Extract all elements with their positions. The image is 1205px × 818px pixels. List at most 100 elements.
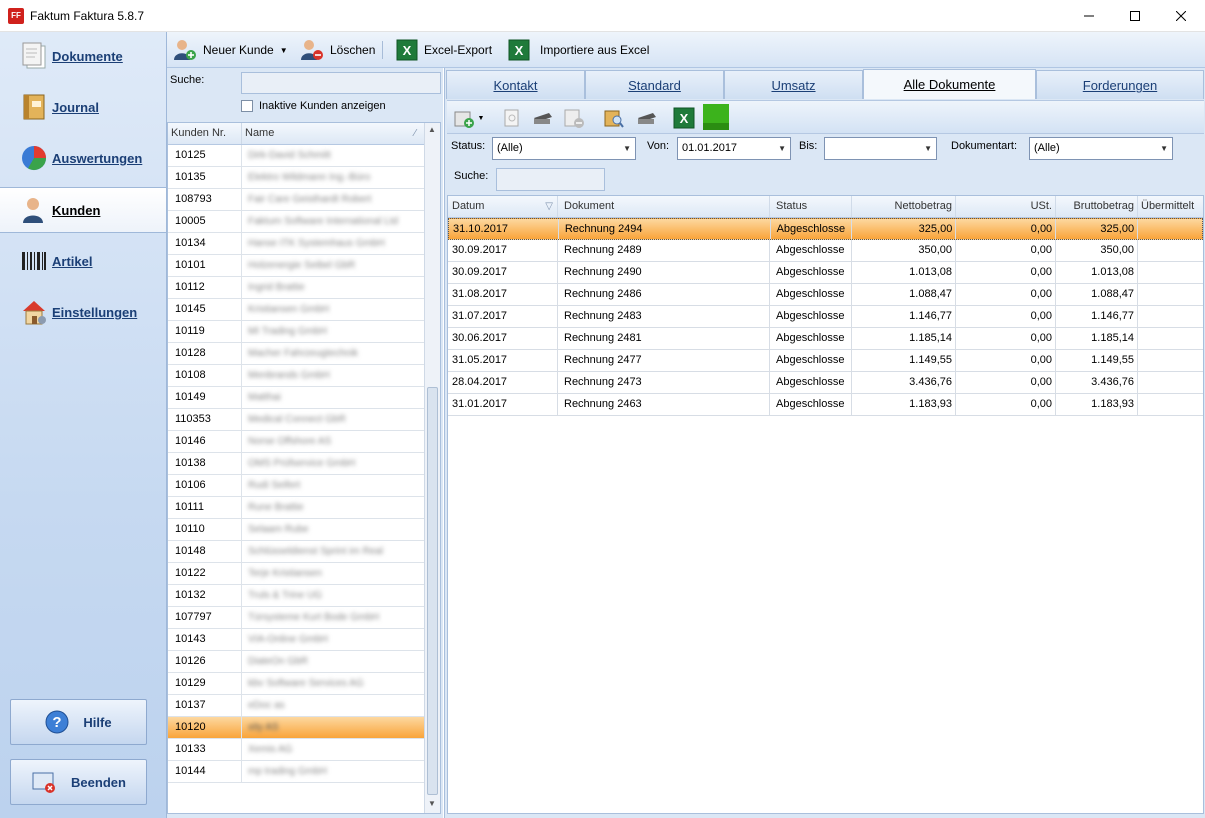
exit-button[interactable]: Beenden xyxy=(10,759,147,805)
customer-row[interactable]: 10119 MI Trading GmbH xyxy=(168,321,440,343)
customer-row[interactable]: 10111 Rune Brattie xyxy=(168,497,440,519)
customer-row[interactable]: 110353 Medical Connect GbR xyxy=(168,409,440,431)
tab-kontakt[interactable]: Kontakt xyxy=(446,70,585,99)
status-filter-select[interactable]: (Alle) ▼ xyxy=(492,137,636,160)
print-list-button[interactable] xyxy=(635,107,657,129)
tab-forderungen[interactable]: Forderungen xyxy=(1036,70,1204,99)
column-header-datum[interactable]: Datum ▽ xyxy=(448,196,558,217)
customer-row[interactable]: 10110 Selaam Rube xyxy=(168,519,440,541)
customer-search-input[interactable] xyxy=(241,72,441,94)
scroll-down-icon[interactable]: ▼ xyxy=(428,799,436,808)
customer-row[interactable]: 10144 mp trading GmbH xyxy=(168,761,440,783)
column-header-datum-label: Datum xyxy=(452,200,485,212)
customer-row[interactable]: 10146 Norse Offshore AS xyxy=(168,431,440,453)
datev-export-button[interactable] xyxy=(703,104,729,130)
print-button[interactable] xyxy=(531,107,553,129)
document-row[interactable]: 31.05.2017 Rechnung 2477 Abgeschlosse 1.149… xyxy=(448,350,1203,372)
document-row[interactable]: 31.07.2017 Rechnung 2483 Abgeschlosse 1.146… xyxy=(448,306,1203,328)
customer-row[interactable]: 10149 Matthai xyxy=(168,387,440,409)
new-document-dropdown-icon[interactable]: ▼ xyxy=(475,107,487,129)
nav-item-kunden[interactable]: Kunden xyxy=(0,187,166,233)
nav-item-artikel[interactable]: Artikel xyxy=(0,238,166,284)
customer-row[interactable]: 10112 Ingrid Brattie xyxy=(168,277,440,299)
customer-row[interactable]: 10106 Rudi Seifert xyxy=(168,475,440,497)
customer-row[interactable]: 10005 Faktum Software International Ltd xyxy=(168,211,440,233)
from-date-picker[interactable]: 01.01.2017 ▼ xyxy=(677,137,791,160)
nav-item-auswertungen[interactable]: Auswertungen xyxy=(0,135,166,181)
document-row[interactable]: 31.01.2017 Rechnung 2463 Abgeschlosse 1.183… xyxy=(448,394,1203,416)
customer-row[interactable]: 10138 OMS Prüfservice GmbH xyxy=(168,453,440,475)
document-row[interactable]: 30.06.2017 Rechnung 2481 Abgeschlosse 1.185… xyxy=(448,328,1203,350)
filter-funnel-icon[interactable]: ▽ xyxy=(545,196,553,217)
customer-row[interactable]: 10108 Menbrands GmbH xyxy=(168,365,440,387)
customer-scrollbar[interactable]: ▲ ▼ xyxy=(424,123,440,813)
excel-export-button[interactable]: X Excel-Export xyxy=(396,38,492,62)
customer-number: 10106 xyxy=(168,475,242,496)
doctype-filter-select[interactable]: (Alle) ▼ xyxy=(1029,137,1173,160)
column-header-dokument[interactable]: Dokument xyxy=(558,196,770,217)
new-document-button[interactable] xyxy=(453,107,475,129)
doctype-filter-value: (Alle) xyxy=(1034,142,1060,154)
customer-row[interactable]: 10145 Kristiansen GmbH xyxy=(168,299,440,321)
document-row[interactable]: 31.10.2017 Rechnung 2494 Abgeschlosse 325,0… xyxy=(448,218,1203,240)
document-row[interactable]: 31.08.2017 Rechnung 2486 Abgeschlosse 1.088… xyxy=(448,284,1203,306)
document-row[interactable]: 30.09.2017 Rechnung 2490 Abgeschlosse 1.013… xyxy=(448,262,1203,284)
nav-item-einstellungen[interactable]: Einstellungen xyxy=(0,289,166,335)
column-header-name[interactable]: Name ⁄ xyxy=(242,123,422,144)
preview-button[interactable] xyxy=(501,107,523,129)
column-header-ust[interactable]: USt. xyxy=(956,196,1056,217)
excel-export-docs-button[interactable]: X xyxy=(673,107,695,129)
customer-number: 10101 xyxy=(168,255,242,276)
customer-row[interactable]: 10135 Elektro Wildmann Ing.-Büro xyxy=(168,167,440,189)
delete-document-button[interactable] xyxy=(563,107,585,129)
customer-row[interactable]: 10129 kbv Software Services AG xyxy=(168,673,440,695)
delete-button[interactable]: Löschen xyxy=(300,38,375,62)
customer-row[interactable]: 107797 Türsysteme Kurt Bode GmbH xyxy=(168,607,440,629)
customer-row[interactable]: 10137 eDoc as xyxy=(168,695,440,717)
customer-row[interactable]: 108793 Fair Care Geisthardt Robert xyxy=(168,189,440,211)
customer-row[interactable]: 10122 Terje Kristiansen xyxy=(168,563,440,585)
customer-row[interactable]: 10126 DiateOn GbR xyxy=(168,651,440,673)
main-toolbar: Neuer Kunde ▼ Löschen X Excel-Export X I… xyxy=(167,32,1205,68)
excel-icon: X xyxy=(673,107,695,129)
customer-row[interactable]: 10101 Holzenergie Seibel GbR xyxy=(168,255,440,277)
document-row[interactable]: 28.04.2017 Rechnung 2473 Abgeschlosse 3.436… xyxy=(448,372,1203,394)
to-date-picker[interactable]: ▼ xyxy=(824,137,937,160)
customer-name: Schlüsseldienst Sprint im Real xyxy=(248,546,384,557)
column-header-kunden-nr[interactable]: Kunden Nr. xyxy=(168,123,242,144)
customer-row[interactable]: 10134 Hanse ITK Systemhaus GmbH xyxy=(168,233,440,255)
tab-umsatz[interactable]: Umsatz xyxy=(724,70,863,99)
customer-name: Ingrid Brattie xyxy=(248,282,305,293)
customer-row[interactable]: 10143 VIA-Online GmbH xyxy=(168,629,440,651)
column-header-brutto[interactable]: Bruttobetrag xyxy=(1056,196,1138,217)
open-document-button[interactable] xyxy=(603,107,625,129)
document-row[interactable]: 30.09.2017 Rechnung 2489 Abgeschlosse 350,0… xyxy=(448,240,1203,262)
customer-row[interactable]: 10120 xity AS xyxy=(168,717,440,739)
inactive-checkbox[interactable] xyxy=(241,100,253,112)
customer-row[interactable]: 10125 Dirk-David Schmitt xyxy=(168,145,440,167)
tab-alle-dokumente[interactable]: Alle Dokumente xyxy=(863,69,1036,99)
tab-standard[interactable]: Standard xyxy=(585,70,724,99)
help-button[interactable]: ? Hilfe xyxy=(10,699,147,745)
column-header-netto[interactable]: Nettobetrag xyxy=(852,196,956,217)
scrollbar-thumb[interactable] xyxy=(427,387,438,795)
customer-number: 10129 xyxy=(168,673,242,694)
new-customer-button[interactable]: Neuer Kunde ▼ xyxy=(173,38,288,62)
customer-row[interactable]: 10133 Xemis AG xyxy=(168,739,440,761)
dropdown-arrow-icon[interactable]: ▼ xyxy=(280,46,288,55)
nav-item-dokumente[interactable]: Dokumente xyxy=(0,33,166,79)
column-header-uebermittelt[interactable]: Übermittelt xyxy=(1138,196,1202,217)
column-header-status[interactable]: Status xyxy=(770,196,852,217)
nav-item-journal[interactable]: Journal xyxy=(0,84,166,130)
customer-row[interactable]: 10148 Schlüsseldienst Sprint im Real xyxy=(168,541,440,563)
maximize-button[interactable] xyxy=(1112,0,1158,32)
close-button[interactable] xyxy=(1158,0,1204,32)
scroll-up-icon[interactable]: ▲ xyxy=(428,125,436,134)
import-excel-button[interactable]: X Importiere aus Excel xyxy=(508,38,649,62)
customer-row[interactable]: 10128 Macher Fahrzeugtechnik xyxy=(168,343,440,365)
minimize-button[interactable] xyxy=(1066,0,1112,32)
customer-row[interactable]: 10132 Truls & Trine UG xyxy=(168,585,440,607)
document-search-input[interactable] xyxy=(496,168,605,191)
document-status: Abgeschlosse xyxy=(770,372,852,393)
inactive-customers-toggle[interactable]: Inaktive Kunden anzeigen xyxy=(241,100,386,112)
